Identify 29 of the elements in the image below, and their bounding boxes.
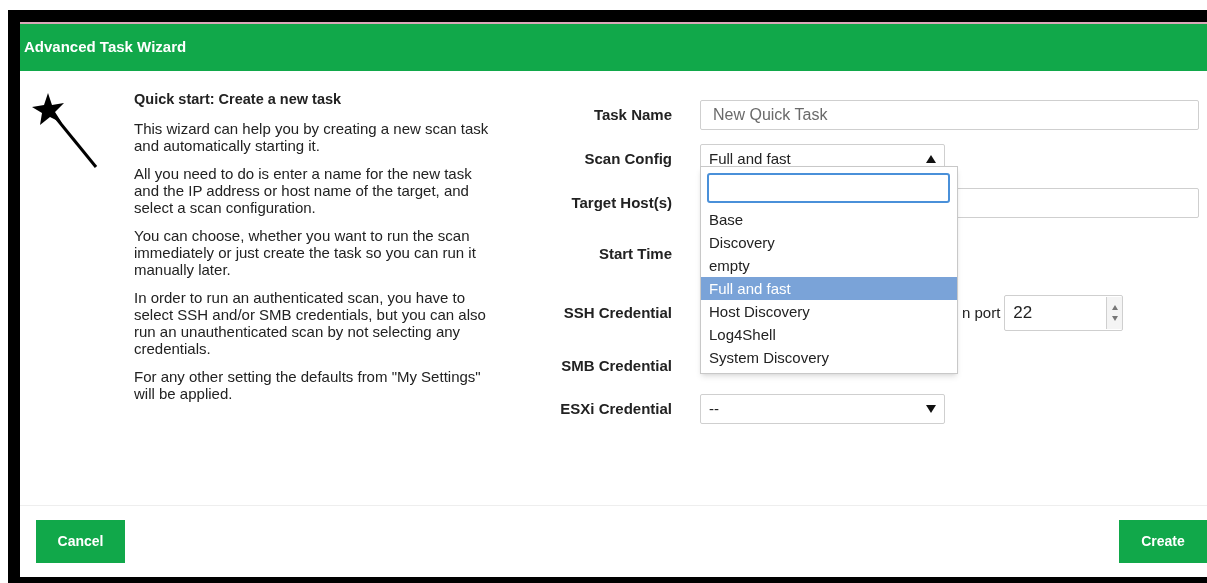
caret-down-icon <box>926 405 936 413</box>
intro-paragraph: You can choose, whether you want to run the scan immediately or just create the task so you can run it manually later. <box>134 227 477 278</box>
port-field[interactable]: 22 <box>1004 295 1124 331</box>
dropdown-option[interactable]: Discovery <box>701 231 957 254</box>
intro-heading: Quick start: Create a new task <box>134 91 343 108</box>
dropdown-option[interactable]: System Discovery <box>701 346 957 369</box>
caret-up-icon <box>926 155 936 163</box>
dropdown-option[interactable]: Host Discovery <box>701 300 957 323</box>
dropdown-option[interactable]: Base <box>701 208 957 231</box>
dropdown-option[interactable]: Log4Shell <box>701 323 957 346</box>
field-label: Task Name <box>592 104 673 125</box>
select-field[interactable]: -- <box>700 394 945 424</box>
field-label: Scan Config <box>583 148 673 169</box>
field-label: Target Host(s) <box>570 192 673 213</box>
intro-paragraph: This wizard can help you by creating a new scan task and automatically starting it. <box>134 120 489 154</box>
dropdown-option[interactable]: empty <box>701 254 957 277</box>
magic-wand-icon <box>30 91 100 171</box>
window-title: Advanced Task Wizard <box>24 37 187 58</box>
field-label: ESXi Credential <box>559 398 673 419</box>
dropdown-search-field[interactable] <box>707 173 950 203</box>
task-name-field[interactable]: New Quick Task <box>700 100 1199 130</box>
spinner-icon[interactable] <box>1106 297 1123 329</box>
field-label: SMB Credential <box>560 355 673 376</box>
field-label: SSH Credential <box>562 302 673 323</box>
port-label: n port <box>962 302 1001 323</box>
intro-paragraph: In order to run an authenticated scan, you have to select SSH and/or SMB credentials, but you can also run an unauthenticated scan by not selecting any credentials. <box>134 289 487 357</box>
field-label: Start Time <box>597 243 673 264</box>
intro-paragraph: All you need to do is enter a name for the new task and the IP address or host name of the target, and select a scan configuration. <box>134 165 473 216</box>
intro-paragraph: For any other setting the defaults from "My Settings" will be applied. <box>134 368 482 402</box>
